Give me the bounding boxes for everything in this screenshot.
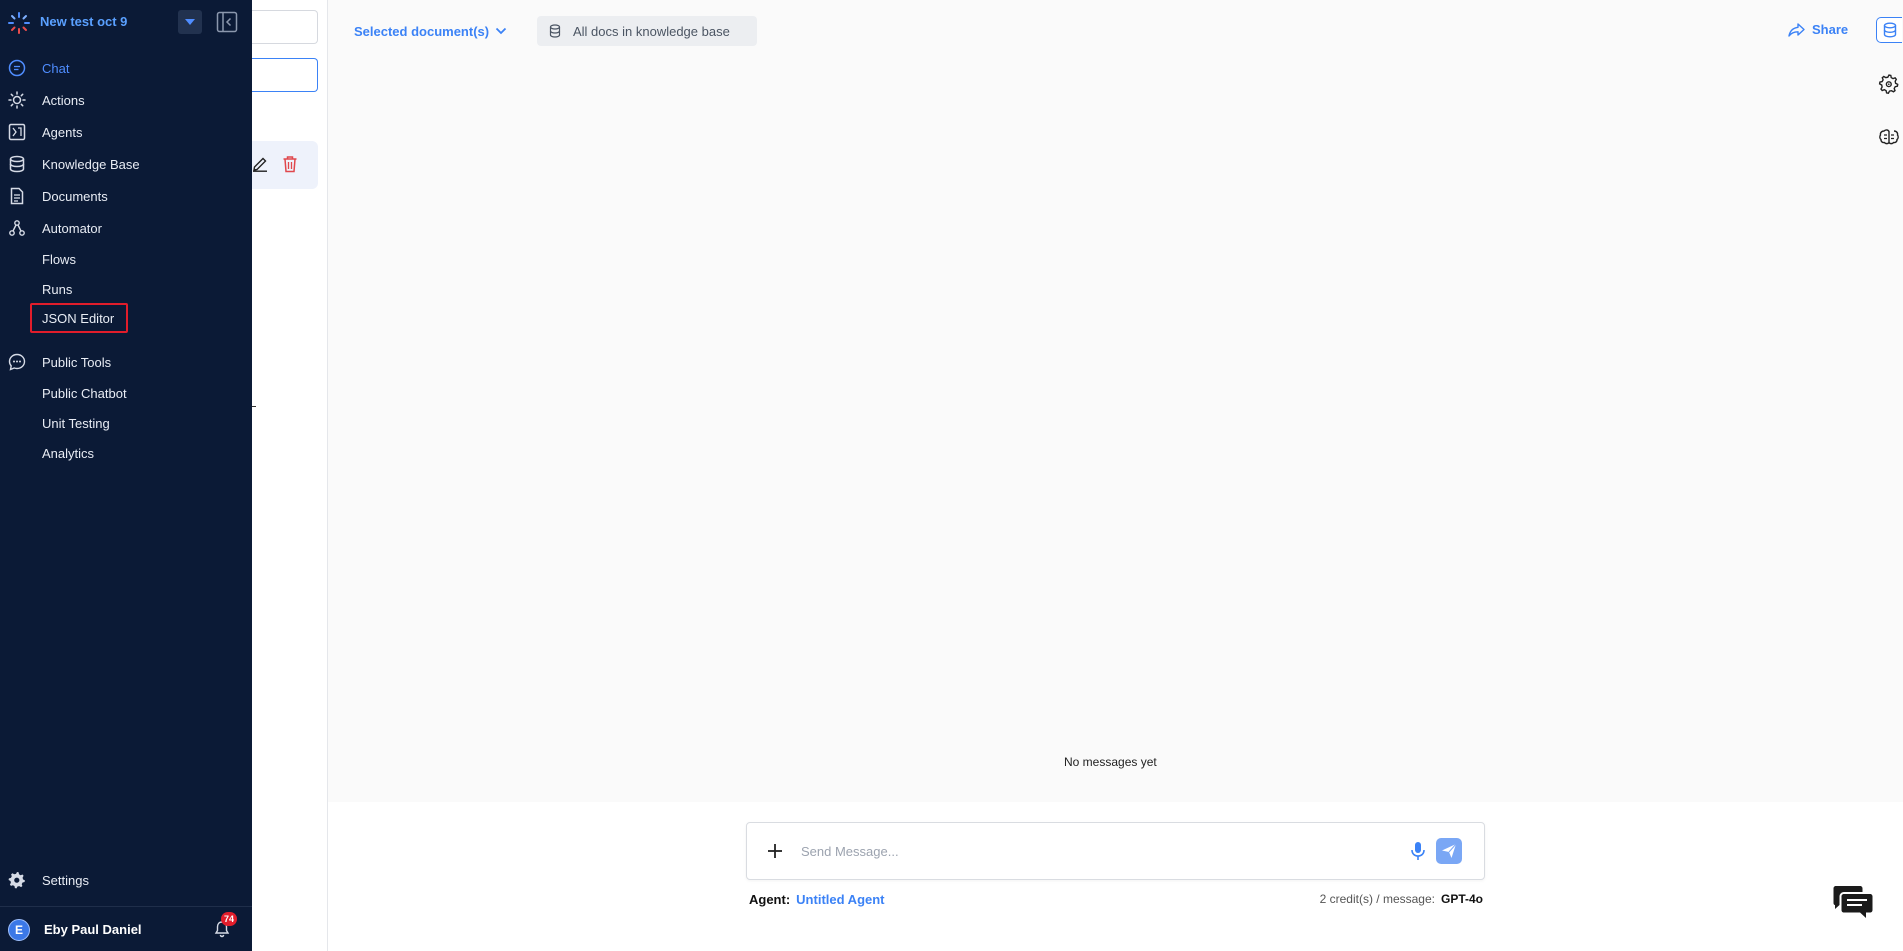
chevron-down-icon — [495, 27, 507, 35]
agent-label: Agent: — [749, 892, 791, 907]
sidebar-subitem-runs[interactable]: Runs — [30, 275, 180, 303]
workspace-dropdown-button[interactable] — [178, 10, 202, 34]
conversation-list-item[interactable] — [252, 141, 318, 189]
sidebar-subitem-json-editor[interactable]: JSON Editor — [30, 303, 128, 333]
sidebar-item-agents[interactable]: Agents — [0, 118, 252, 146]
send-button[interactable] — [1436, 838, 1462, 864]
database-icon — [9, 155, 25, 173]
sidebar-subitem-analytics[interactable]: Analytics — [30, 439, 180, 467]
workspace-name: New test oct 9 — [40, 14, 128, 29]
user-profile[interactable]: E Eby Paul Daniel 74 — [0, 906, 252, 951]
sidebar-item-actions[interactable]: Actions — [0, 86, 252, 114]
sun-icon — [8, 91, 26, 109]
sidebar-item-label: Knowledge Base — [42, 157, 140, 172]
automator-icon — [9, 220, 25, 236]
trash-icon[interactable] — [282, 155, 298, 173]
knowledge-panel-button[interactable] — [1876, 17, 1902, 43]
sidebar-item-automator[interactable]: Automator — [0, 214, 252, 242]
sidebar-item-settings[interactable]: Settings — [0, 866, 252, 894]
document-selector-label: Selected document(s) — [354, 23, 490, 39]
brain-icon[interactable] — [1878, 126, 1900, 148]
knowledge-base-scope-label: All docs in knowledge base — [573, 23, 730, 39]
sidebar-item-knowledge-base[interactable]: Knowledge Base — [0, 150, 252, 178]
chat-topbar: Selected document(s) All docs in knowled… — [328, 0, 1903, 145]
user-name: Eby Paul Daniel — [44, 922, 142, 937]
share-label: Share — [1812, 22, 1849, 37]
database-icon — [549, 24, 561, 38]
notification-badge: 74 — [221, 912, 238, 926]
chat-dots-icon — [8, 353, 26, 371]
gear-icon — [8, 872, 25, 889]
sidebar-item-chat[interactable]: Chat — [0, 54, 252, 82]
database-icon — [1883, 22, 1896, 38]
sidebar-subitem-label: Flows — [42, 252, 76, 267]
microphone-icon[interactable] — [1407, 840, 1429, 862]
sidebar-item-public-tools[interactable]: Public Tools — [0, 348, 252, 376]
share-icon — [1788, 22, 1805, 37]
document-icon — [10, 187, 24, 205]
sidebar-item-documents[interactable]: Documents — [0, 182, 252, 210]
credit-info: 2 credit(s) / message: GPT-4o — [1320, 892, 1483, 906]
edit-icon[interactable] — [252, 156, 268, 172]
conversation-pane — [252, 0, 328, 951]
sidebar-item-label: Actions — [42, 93, 85, 108]
workspace-logo-icon — [8, 12, 30, 34]
sidebar-item-label: Documents — [42, 189, 108, 204]
sidebar-subitem-label: Runs — [42, 282, 73, 297]
sidebar-item-label: Automator — [42, 221, 102, 236]
sidebar-subitem-label: Public Chatbot — [42, 386, 127, 401]
composer-area: Agent: Untitled Agent 2 credit(s) / mess… — [328, 802, 1903, 951]
sidebar-item-label: Agents — [42, 125, 83, 140]
document-selector[interactable]: Selected document(s) — [354, 17, 507, 45]
sidebar-subitem-label: JSON Editor — [42, 311, 115, 326]
chat-main: Selected document(s) All docs in knowled… — [328, 0, 1903, 951]
chat-icon — [8, 59, 26, 77]
sidebar-subitem-label: Unit Testing — [42, 416, 110, 431]
empty-chat-message: No messages yet — [1064, 755, 1157, 769]
new-chat-button[interactable] — [252, 58, 318, 92]
knowledge-base-scope-button[interactable]: All docs in knowledge base — [537, 16, 757, 46]
add-attachment-icon[interactable] — [765, 841, 785, 861]
send-icon — [1442, 843, 1457, 858]
avatar: E — [8, 919, 30, 941]
sidebar-item-label: Chat — [42, 61, 70, 76]
sidebar-subitem-flows[interactable]: Flows — [30, 245, 180, 273]
message-composer — [746, 822, 1485, 880]
search-conversations-input[interactable] — [252, 10, 318, 44]
credits-label: 2 credit(s) / message: — [1319, 892, 1435, 906]
support-chat-icon[interactable] — [1832, 884, 1874, 920]
sidebar: New test oct 9 Chat Actions Agents Knowl… — [0, 0, 252, 951]
workspace-header: New test oct 9 — [0, 0, 252, 44]
divider — [252, 406, 256, 407]
sidebar-item-label: Public Tools — [42, 355, 112, 370]
agent-name-link[interactable]: Untitled Agent — [796, 892, 884, 907]
sidebar-item-label: Settings — [42, 873, 89, 888]
sidebar-subitem-label: Analytics — [42, 446, 95, 461]
sidebar-subitem-public-chatbot[interactable]: Public Chatbot — [30, 379, 180, 407]
sidebar-subitem-unit-testing[interactable]: Unit Testing — [30, 409, 180, 437]
message-input[interactable] — [801, 837, 1401, 865]
model-name: GPT-4o — [1440, 892, 1483, 906]
caret-down-icon — [185, 19, 195, 25]
collapse-sidebar-icon[interactable] — [216, 11, 238, 33]
agents-icon — [8, 123, 26, 141]
agent-info: Agent: Untitled Agent — [749, 892, 885, 907]
agent-settings-icon[interactable] — [1878, 73, 1900, 95]
share-button[interactable]: Share — [1788, 22, 1848, 37]
